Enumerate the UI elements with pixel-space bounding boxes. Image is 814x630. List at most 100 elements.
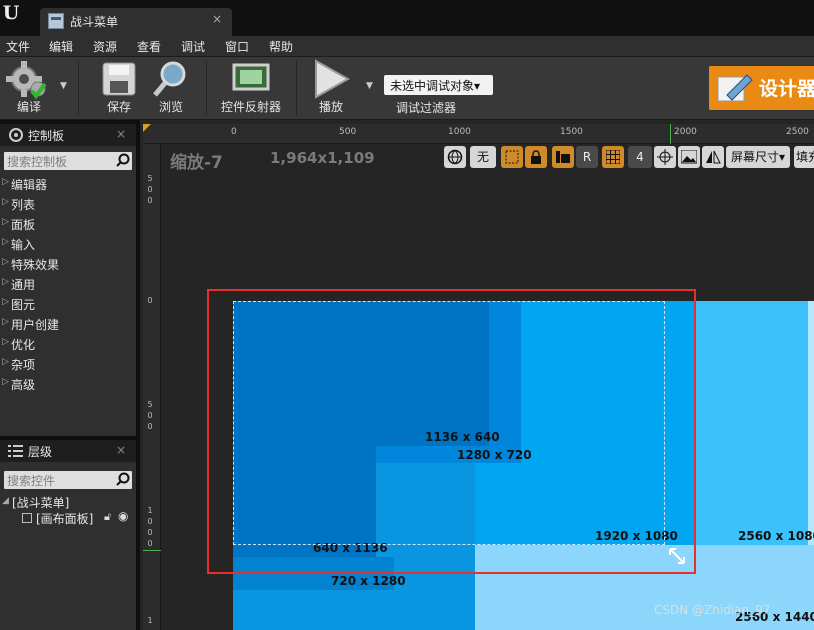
- grid-snap-toggle-icon[interactable]: [602, 146, 624, 168]
- palette-category-user-created[interactable]: ▷ 用户创建: [0, 314, 136, 334]
- expand-arrow-icon: ▷: [2, 217, 9, 227]
- palette-tab[interactable]: 控制板 ×: [0, 124, 136, 146]
- palette-category-panel[interactable]: ▷ 面板: [0, 214, 136, 234]
- respect-locks-toggle-icon[interactable]: [552, 146, 574, 168]
- hierarchy-tab[interactable]: 层级 ×: [0, 440, 136, 462]
- screen-area-edge: [808, 301, 814, 545]
- ruler-tick: 1: [147, 506, 153, 515]
- hierarchy-panel: 层级 × 搜索控件 ◢ [战斗菜单] [画布面板] 🔓︎ ◉: [0, 440, 136, 630]
- search-icon[interactable]: [116, 472, 130, 486]
- compile-options-chevron-icon[interactable]: ▼: [60, 81, 67, 91]
- menu-assets[interactable]: 资源: [93, 38, 117, 55]
- ruler-tick: 0: [147, 528, 153, 537]
- ruler-tick: 1500: [560, 127, 583, 137]
- background-image-icon[interactable]: [678, 146, 700, 168]
- hierarchy-search-input[interactable]: 搜索控件: [4, 471, 132, 489]
- ruler-tick: 2000: [674, 127, 697, 137]
- category-label: 杂项: [11, 358, 36, 372]
- menu-window[interactable]: 窗口: [225, 38, 249, 55]
- category-label: 优化: [11, 338, 36, 352]
- browse-button[interactable]: 浏览: [148, 59, 194, 119]
- screen-size-dropdown[interactable]: 屏幕尺寸▾: [726, 146, 790, 168]
- grid-icon: [605, 149, 621, 165]
- expand-arrow-icon: ▷: [2, 277, 9, 287]
- canvas-panel-icon: [22, 513, 32, 523]
- expand-arrow-icon: ▷: [2, 377, 9, 387]
- debug-filter-label: 调试过滤器: [396, 101, 457, 115]
- document-tab[interactable]: 战斗菜单 ×: [40, 8, 232, 36]
- toolbar-divider: [206, 61, 207, 115]
- ruler-tick: 0: [147, 185, 153, 194]
- palette-title: 控制板: [28, 129, 65, 143]
- flow-direction-icon[interactable]: [702, 146, 724, 168]
- move-transform-icon[interactable]: [654, 146, 676, 168]
- ruler-tick: 0: [147, 296, 153, 305]
- ruler-tick: 1: [147, 616, 153, 625]
- designer-mode-button[interactable]: 设计器: [709, 66, 814, 110]
- palette-category-special-effects[interactable]: ▷ 特殊效果: [0, 254, 136, 274]
- fill-mode-dropdown[interactable]: 填充: [794, 146, 814, 168]
- ruler-tick: 0: [147, 411, 153, 420]
- expand-arrow-icon: ▷: [2, 257, 9, 267]
- zoom-level: 缩放-7: [170, 153, 223, 173]
- hierarchy-root-label: [战斗菜单]: [12, 496, 70, 510]
- palette-category-editor[interactable]: ▷ 编辑器: [0, 174, 136, 194]
- mirror-triangle-icon: [706, 150, 721, 164]
- category-label: 特殊效果: [11, 258, 60, 272]
- toolbar-divider: [78, 61, 79, 115]
- palette-category-list[interactable]: ▷ 列表: [0, 194, 136, 214]
- save-button[interactable]: 保存: [96, 59, 142, 119]
- menu-bar: 文件 编辑 资源 查看 调试 窗口 帮助: [0, 36, 814, 56]
- play-label: 播放: [318, 100, 343, 114]
- horizontal-ruler: 0 500 1000 1500 2000 2500: [143, 124, 814, 144]
- palette-close-icon[interactable]: ×: [116, 127, 126, 141]
- ruler-marker: [670, 124, 671, 144]
- search-icon[interactable]: [116, 153, 130, 167]
- palette-category-optimization[interactable]: ▷ 优化: [0, 334, 136, 354]
- lock-toggle-icon[interactable]: [525, 146, 547, 168]
- ruler-tick: 0: [147, 517, 153, 526]
- unreal-logo-icon[interactable]: U: [0, 2, 22, 26]
- toolbar: 编译 ▼ 保存 浏览 控件反射器 播放 ▼ 未选中调试对象▾ 调试过滤器 设计器: [0, 56, 814, 120]
- dashed-box-icon: [505, 150, 519, 164]
- toolbar-divider: [296, 61, 297, 115]
- tab-title: 战斗菜单: [70, 15, 119, 29]
- menu-view[interactable]: 查看: [137, 38, 161, 55]
- picture-icon: [680, 149, 698, 164]
- hierarchy-canvas-panel-item[interactable]: [画布面板] 🔓︎ ◉: [20, 509, 134, 528]
- world-space-icon[interactable]: [444, 146, 466, 168]
- expand-arrow-icon: ▷: [2, 177, 9, 187]
- hierarchy-close-icon[interactable]: ×: [116, 443, 126, 457]
- palette-category-advanced[interactable]: ▷ 高级: [0, 374, 136, 394]
- widget-reflector-button[interactable]: 控件反射器: [218, 59, 284, 119]
- lock-icon[interactable]: 🔓︎: [104, 510, 111, 524]
- ruler-tick: 2500: [786, 127, 809, 137]
- grid-size-dropdown[interactable]: 4: [628, 146, 652, 168]
- browse-label: 浏览: [158, 100, 183, 114]
- designer-pencil-icon: [717, 74, 753, 102]
- compile-button[interactable]: 编译: [0, 59, 58, 119]
- palette-category-input[interactable]: ▷ 输入: [0, 234, 136, 254]
- ruler-tick: 1000: [448, 127, 471, 137]
- menu-debug[interactable]: 调试: [181, 38, 205, 55]
- menu-file[interactable]: 文件: [6, 38, 30, 55]
- menu-help[interactable]: 帮助: [269, 38, 293, 55]
- visibility-eye-icon[interactable]: ◉: [118, 509, 128, 523]
- palette-panel: 控制板 × 搜索控制板 ▷ 编辑器 ▷ 列表 ▷ 面板 ▷ 输入 ▷ 特殊效果 ▷ 通用 ▷…: [0, 124, 136, 436]
- palette-category-misc[interactable]: ▷ 杂项: [0, 354, 136, 374]
- r-toggle-button[interactable]: R: [576, 146, 598, 168]
- palette-category-common[interactable]: ▷ 通用: [0, 274, 136, 294]
- palette-search-input[interactable]: 搜索控制板: [4, 152, 132, 170]
- debug-object-dropdown[interactable]: 未选中调试对象▾: [384, 75, 493, 95]
- palette-category-primitive[interactable]: ▷ 图元: [0, 294, 136, 314]
- category-label: 面板: [11, 218, 36, 232]
- play-button[interactable]: 播放: [306, 59, 356, 119]
- title-bar: U 战斗菜单 ×: [0, 0, 814, 36]
- menu-edit[interactable]: 编辑: [49, 38, 73, 55]
- watermark-text: CSDN @Zhidian_97: [654, 603, 771, 617]
- localization-preview-dropdown[interactable]: 无: [470, 146, 496, 168]
- play-options-chevron-icon[interactable]: ▼: [366, 81, 373, 91]
- expand-arrow-icon: ▷: [2, 357, 9, 367]
- tab-close-icon[interactable]: ×: [212, 12, 226, 28]
- dashed-outline-toggle-icon[interactable]: [501, 146, 523, 168]
